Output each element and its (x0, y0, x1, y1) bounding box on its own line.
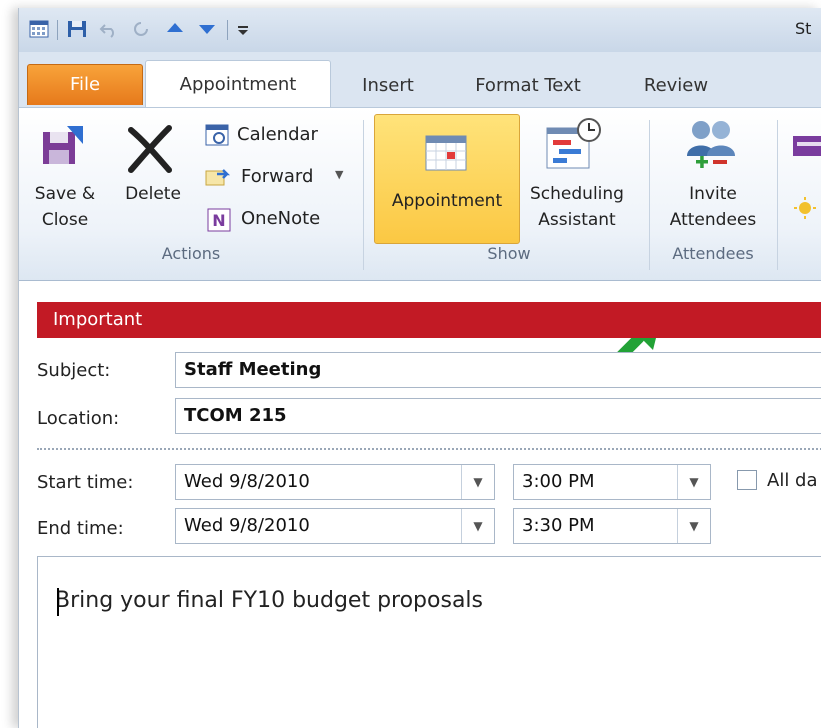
start-time-select[interactable]: 3:00 PM ▼ (513, 464, 711, 500)
invite-label-2: Attendees (669, 210, 757, 230)
message-body-text: Bring your final FY10 budget proposals (55, 588, 484, 613)
location-input[interactable]: TCOM 215 (175, 398, 821, 434)
tab-review[interactable]: Review (631, 66, 721, 106)
tab-appointment[interactable]: Appointment (145, 60, 331, 109)
all-day-checkbox[interactable] (737, 470, 757, 490)
appointment-view-button[interactable]: Appointment (374, 114, 520, 244)
calendar-icon (205, 124, 229, 146)
tab-format-text[interactable]: Format Text (463, 66, 593, 106)
arrow-up-icon[interactable] (165, 20, 185, 38)
delete-icon (128, 125, 172, 173)
importance-info-bar: Important (37, 302, 821, 338)
quick-access-toolbar: St (19, 8, 821, 53)
calendar-label: Calendar (237, 124, 318, 145)
tab-insert[interactable]: Insert (345, 66, 431, 106)
scheduling-label-1: Scheduling (530, 184, 624, 204)
start-time-label: Start time: (37, 472, 134, 493)
forward-icon (205, 169, 231, 186)
customize-toolbar-icon[interactable] (233, 20, 253, 38)
invite-attendees-icon (687, 121, 735, 168)
save-close-label-2: Close (41, 210, 89, 230)
ribbon-tabs: File Appointment Insert Format Text Revi… (19, 52, 821, 109)
text-caret (57, 588, 59, 616)
end-date-select[interactable]: Wed 9/8/2010 ▼ (175, 508, 495, 544)
ribbon: Save & Close Delete Calendar Forward ▼ N… (19, 107, 821, 376)
start-date-value: Wed 9/8/2010 (184, 471, 310, 492)
save-close-icon (43, 126, 83, 164)
save-icon[interactable] (67, 20, 87, 38)
forward-dropdown-icon: ▼ (335, 168, 344, 181)
start-date-select[interactable]: Wed 9/8/2010 ▼ (175, 464, 495, 500)
subject-label: Subject: (37, 360, 111, 381)
invite-label-1: Invite (689, 184, 737, 204)
show-group-label: Show (487, 244, 531, 263)
delete-label: Delete (125, 184, 181, 204)
scheduling-assistant-icon (546, 118, 601, 169)
end-time-label: End time: (37, 518, 124, 539)
onenote-icon: N (207, 208, 231, 232)
undo-icon[interactable] (99, 20, 119, 38)
calendar-app-icon (29, 20, 49, 38)
forward-label: Forward (241, 166, 314, 187)
redo-icon[interactable] (131, 20, 151, 38)
window-title: St (795, 19, 812, 38)
onenote-label: OneNote (241, 208, 321, 229)
end-time-value: 3:30 PM (522, 515, 595, 536)
end-time-select[interactable]: 3:30 PM ▼ (513, 508, 711, 544)
arrow-down-icon[interactable] (197, 20, 217, 38)
end-time-dropdown-icon[interactable]: ▼ (677, 509, 710, 543)
appointment-window: St File Appointment Insert Format Text R… (18, 8, 821, 728)
location-label: Location: (37, 408, 120, 429)
appointment-view-label: Appointment (391, 191, 503, 211)
appointment-icon (425, 135, 467, 171)
scheduling-label-2: Assistant (538, 210, 616, 230)
options-icon[interactable] (791, 132, 821, 160)
subject-input[interactable]: Staff Meeting (175, 352, 821, 388)
save-close-label-1: Save & (34, 184, 96, 204)
tab-file[interactable]: File (27, 64, 143, 105)
end-date-dropdown-icon[interactable]: ▼ (461, 509, 494, 543)
svg-text:N: N (212, 211, 225, 230)
start-time-dropdown-icon[interactable]: ▼ (677, 465, 710, 499)
reminder-icon[interactable] (793, 196, 817, 220)
message-body-editor[interactable] (37, 556, 821, 728)
start-time-value: 3:00 PM (522, 471, 595, 492)
start-date-dropdown-icon[interactable]: ▼ (461, 465, 494, 499)
end-date-value: Wed 9/8/2010 (184, 515, 310, 536)
attendees-group-label: Attendees (672, 244, 754, 263)
all-day-label: All da (767, 470, 818, 491)
actions-group-label: Actions (161, 244, 221, 263)
separator-line (37, 448, 821, 450)
